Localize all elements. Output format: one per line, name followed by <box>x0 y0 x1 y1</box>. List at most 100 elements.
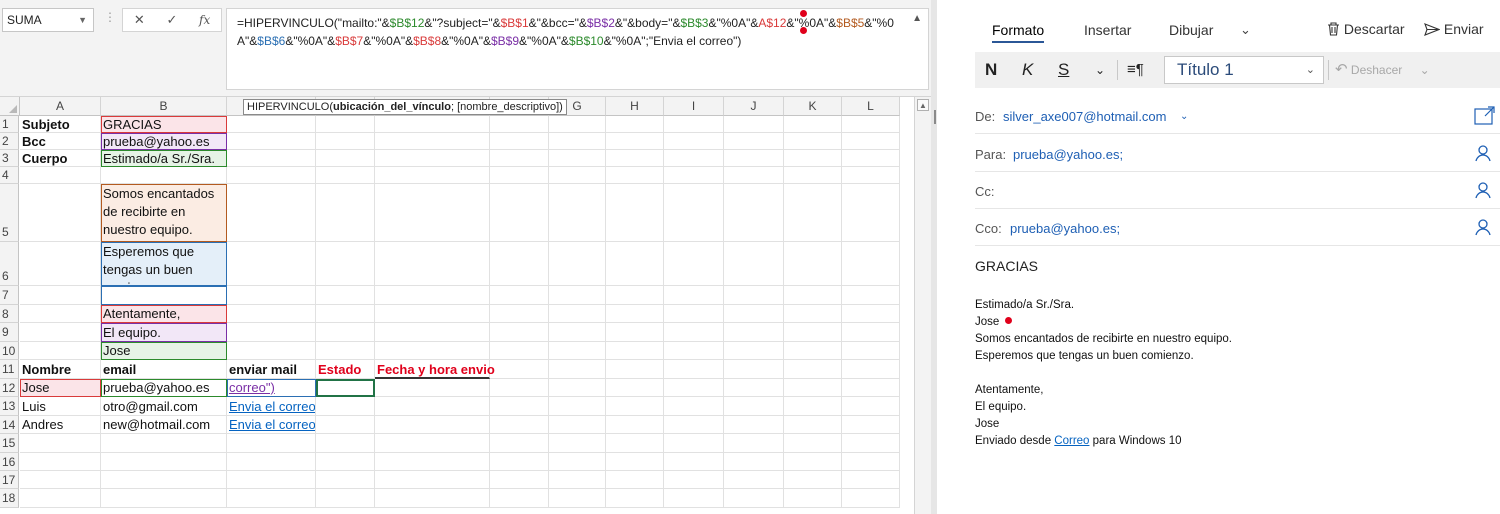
tab-insertar[interactable]: Insertar <box>1084 22 1131 38</box>
cell-d9[interactable] <box>316 323 375 342</box>
check-icon[interactable]: ✓ <box>160 12 184 28</box>
cell-b12[interactable]: prueba@yahoo.es <box>101 379 227 397</box>
cell-l11[interactable] <box>842 360 900 379</box>
to-row[interactable]: Para: prueba@yahoo.es; <box>975 136 1500 172</box>
cell-f16[interactable] <box>490 453 549 471</box>
cell-a7[interactable] <box>20 286 101 305</box>
cell-b14[interactable]: new@hotmail.com <box>101 416 227 434</box>
row-header-2[interactable]: 2 <box>0 133 19 150</box>
spreadsheet-grid[interactable]: ABCDEFGHIJKL1SubjetoGRACIAS2Bccprueba@ya… <box>0 97 914 514</box>
cell-a17[interactable] <box>20 471 101 489</box>
cell-i16[interactable] <box>664 453 724 471</box>
cell-j17[interactable] <box>724 471 784 489</box>
row-header-5[interactable]: 5 <box>0 184 19 242</box>
cell-k18[interactable] <box>784 489 842 508</box>
cell-i18[interactable] <box>664 489 724 508</box>
cell-h11[interactable] <box>606 360 664 379</box>
cell-i11[interactable] <box>664 360 724 379</box>
from-address[interactable]: silver_axe007@hotmail.com <box>1003 109 1167 124</box>
cell-c11[interactable]: enviar mail <box>227 360 316 379</box>
cell-d11[interactable]: Estado <box>316 360 375 379</box>
cell-i15[interactable] <box>664 434 724 453</box>
correo-link[interactable]: Correo <box>1054 435 1089 447</box>
style-select[interactable]: Título 1 ⌄ <box>1164 56 1324 84</box>
send-button[interactable]: Enviar <box>1424 21 1484 37</box>
message-body[interactable]: Estimado/a Sr./Sra. Jose Somos encantado… <box>975 297 1475 450</box>
cell-a12[interactable]: Jose <box>20 379 101 397</box>
cell-g8[interactable] <box>549 305 606 323</box>
grip-icon[interactable] <box>934 110 936 124</box>
cell-d5[interactable] <box>316 184 375 242</box>
cell-c1[interactable] <box>227 116 316 133</box>
cell-l3[interactable] <box>842 150 900 167</box>
cell-h4[interactable] <box>606 167 664 184</box>
cell-k15[interactable] <box>784 434 842 453</box>
cell-g14[interactable] <box>549 416 606 434</box>
cell-e13[interactable] <box>375 397 490 416</box>
cell-c18[interactable] <box>227 489 316 508</box>
cell-b4[interactable] <box>101 167 227 184</box>
cell-g5[interactable] <box>549 184 606 242</box>
cell-a4[interactable] <box>20 167 101 184</box>
cell-c12[interactable]: correo") <box>227 379 316 397</box>
cell-e8[interactable] <box>375 305 490 323</box>
cell-h5[interactable] <box>606 184 664 242</box>
column-header-l[interactable]: L <box>842 97 900 116</box>
cell-g12[interactable] <box>549 379 606 397</box>
cell-h2[interactable] <box>606 133 664 150</box>
cell-g6[interactable] <box>549 242 606 286</box>
cell-h17[interactable] <box>606 471 664 489</box>
cell-e16[interactable] <box>375 453 490 471</box>
cell-a1[interactable]: Subjeto <box>20 116 101 133</box>
cell-f11[interactable] <box>490 360 549 379</box>
bold-button[interactable]: N <box>985 58 997 82</box>
more-tabs-chevron-icon[interactable]: ⌄ <box>1240 22 1251 38</box>
cell-c16[interactable] <box>227 453 316 471</box>
column-header-j[interactable]: J <box>724 97 784 116</box>
cell-i4[interactable] <box>664 167 724 184</box>
cell-f9[interactable] <box>490 323 549 342</box>
cell-g3[interactable] <box>549 150 606 167</box>
cell-j13[interactable] <box>724 397 784 416</box>
cell-d18[interactable] <box>316 489 375 508</box>
cell-a16[interactable] <box>20 453 101 471</box>
cell-i9[interactable] <box>664 323 724 342</box>
cell-f15[interactable] <box>490 434 549 453</box>
cell-f5[interactable] <box>490 184 549 242</box>
row-header-4[interactable]: 4 <box>0 167 19 184</box>
cell-h14[interactable] <box>606 416 664 434</box>
cell-f12[interactable] <box>490 379 549 397</box>
cell-g4[interactable] <box>549 167 606 184</box>
cell-j5[interactable] <box>724 184 784 242</box>
cell-d13[interactable] <box>316 397 375 416</box>
cell-c6[interactable] <box>227 242 316 286</box>
cell-a8[interactable] <box>20 305 101 323</box>
cell-b1[interactable]: GRACIAS <box>101 116 227 133</box>
cell-k1[interactable] <box>784 116 842 133</box>
cell-j14[interactable] <box>724 416 784 434</box>
cell-b9[interactable]: El equipo. <box>101 323 227 342</box>
cell-g2[interactable] <box>549 133 606 150</box>
column-header-b[interactable]: B <box>101 97 227 116</box>
row-header-1[interactable]: 1 <box>0 116 19 133</box>
column-header-h[interactable]: H <box>606 97 664 116</box>
cell-d3[interactable] <box>316 150 375 167</box>
cell-j6[interactable] <box>724 242 784 286</box>
cell-a5[interactable] <box>20 184 101 242</box>
underline-button[interactable]: S <box>1058 58 1069 82</box>
cell-i5[interactable] <box>664 184 724 242</box>
cell-l1[interactable] <box>842 116 900 133</box>
cell-h8[interactable] <box>606 305 664 323</box>
row-header-16[interactable]: 16 <box>0 453 19 471</box>
cell-g7[interactable] <box>549 286 606 305</box>
cell-j7[interactable] <box>724 286 784 305</box>
cell-e14[interactable] <box>375 416 490 434</box>
cell-c13[interactable]: Envia el correo <box>227 397 316 416</box>
row-header-18[interactable]: 18 <box>0 489 19 508</box>
cell-i14[interactable] <box>664 416 724 434</box>
cell-j10[interactable] <box>724 342 784 360</box>
cell-g13[interactable] <box>549 397 606 416</box>
cell-g10[interactable] <box>549 342 606 360</box>
cell-e10[interactable] <box>375 342 490 360</box>
cell-c9[interactable] <box>227 323 316 342</box>
